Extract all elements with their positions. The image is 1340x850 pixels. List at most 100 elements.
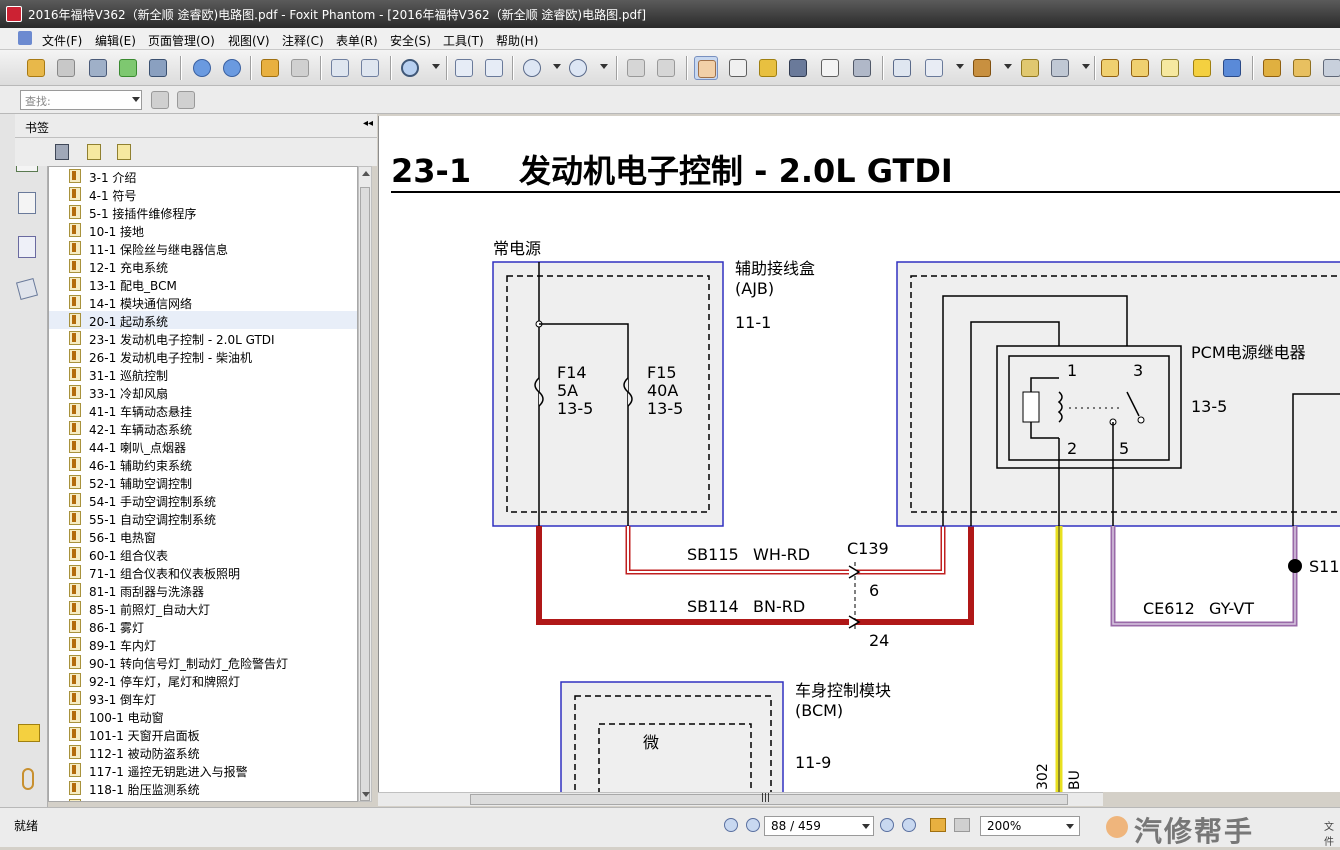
bookmark-scroll-thumb[interactable] [360, 187, 370, 801]
link-arrow-icon[interactable] [1220, 56, 1244, 80]
bookmark-item[interactable]: 11-1 保险丝与继电器信息 [49, 239, 357, 257]
bookmark-item[interactable]: 44-1 喇叭_点烟器 [49, 437, 357, 455]
zoom-in-icon[interactable] [398, 56, 422, 80]
select-arrow-icon[interactable] [756, 56, 780, 80]
pages-panel-icon[interactable] [18, 192, 36, 214]
bookmark-item[interactable]: 14-1 模块通信网络 [49, 293, 357, 311]
back-arrow-icon[interactable] [258, 56, 282, 80]
forward-arrow-icon[interactable] [288, 56, 312, 80]
comment-icon[interactable] [1190, 56, 1214, 80]
checkbox-form-icon[interactable] [1128, 56, 1152, 80]
redo-icon[interactable] [654, 56, 678, 80]
document-hscrollbar[interactable]: ||| [378, 792, 1103, 806]
find-next-icon[interactable] [174, 88, 198, 112]
bookmark-item[interactable]: 10-1 接地 [49, 221, 357, 239]
bookmark-item[interactable]: 112-1 被动防盗系统 [49, 743, 357, 761]
prev-page-icon[interactable] [746, 818, 760, 832]
menu-view[interactable]: 视图(V) [228, 32, 270, 49]
bookmark-item[interactable]: 41-1 车辆动态悬挂 [49, 401, 357, 419]
comments-panel-icon[interactable] [18, 724, 40, 742]
extract-pages-icon[interactable] [328, 56, 352, 80]
bookmark-item[interactable]: 101-1 天窗开启面板 [49, 725, 357, 743]
bookmark-item[interactable]: 3-1 介绍 [49, 167, 357, 185]
zoom-plus-icon[interactable] [566, 56, 590, 80]
bookmark-item[interactable]: 89-1 车内灯 [49, 635, 357, 653]
bookmark-item[interactable]: 52-1 辅助空调控制 [49, 473, 357, 491]
menu-tools[interactable]: 工具(T) [443, 32, 484, 49]
zoom-dropdown-icon[interactable] [432, 64, 440, 69]
bookmark-scrollbar[interactable] [358, 166, 372, 802]
zoom-level-input[interactable]: 200% [980, 816, 1080, 836]
bookmark-item[interactable]: 92-1 停车灯，尾灯和牌照灯 [49, 671, 357, 689]
bookmark-properties-icon[interactable] [117, 144, 131, 160]
scroll-up-icon[interactable] [362, 171, 370, 176]
fit-page-icon[interactable] [452, 56, 476, 80]
bookmark-item[interactable]: 130-1 电动座椅 [49, 797, 357, 801]
collapse-panel-button[interactable]: ◂◂ [363, 118, 373, 129]
bookmark-item[interactable]: 118-1 胎压监测系统 [49, 779, 357, 797]
bookmark-item[interactable]: 42-1 车辆动态系统 [49, 419, 357, 437]
find-input[interactable]: 查找: [20, 90, 142, 110]
bookmark-item[interactable]: 90-1 转向信号灯_制动灯_危险警告灯 [49, 653, 357, 671]
menu-security[interactable]: 安全(S) [390, 32, 431, 49]
bookmark-item[interactable]: 46-1 辅助约束系统 [49, 455, 357, 473]
bookmark-item[interactable]: 13-1 配电_BCM [49, 275, 357, 293]
bookmark-item[interactable]: 93-1 倒车灯 [49, 689, 357, 707]
bookmark-item[interactable]: 100-1 电动窗 [49, 707, 357, 725]
lock-icon[interactable] [1048, 56, 1072, 80]
document-view[interactable]: 23-1 发动机电子控制 - 2.0L GTDI 常电源 辅助接线盒 (AJB)… [378, 116, 1340, 792]
save-icon[interactable] [54, 56, 78, 80]
last-page-icon[interactable] [902, 818, 916, 832]
next-page-icon[interactable] [220, 56, 244, 80]
zoom-level-dropdown-icon[interactable] [1066, 824, 1074, 829]
document-icon[interactable] [18, 31, 32, 45]
bookmark-item[interactable]: 4-1 符号 [49, 185, 357, 203]
bookmark-item[interactable]: 85-1 前照灯_自动大灯 [49, 599, 357, 617]
page-dropdown-icon[interactable] [862, 824, 870, 829]
select-text-icon[interactable] [726, 56, 750, 80]
bookmark-item[interactable]: 54-1 手动空调控制系统 [49, 491, 357, 509]
bookmark-item[interactable]: 117-1 遥控无钥匙进入与报警 [49, 761, 357, 779]
bookmark-item[interactable]: 55-1 自动空调控制系统 [49, 509, 357, 527]
menu-form[interactable]: 表单(R) [336, 32, 378, 49]
add-bookmark-icon[interactable] [87, 144, 101, 160]
bookmark-item[interactable]: 56-1 电热窗 [49, 527, 357, 545]
bookmark-item[interactable]: 20-1 起动系统 [49, 311, 357, 329]
email-icon[interactable] [116, 56, 140, 80]
pencil-note-icon[interactable] [922, 56, 946, 80]
typewriter-icon[interactable] [818, 56, 842, 80]
find-previous-icon[interactable] [148, 88, 172, 112]
menu-help[interactable]: 帮助(H) [496, 32, 538, 49]
pencil-dropdown-icon[interactable] [956, 64, 964, 69]
page-number-input[interactable]: 88 / 459 [764, 816, 874, 836]
stamp-dropdown-icon[interactable] [1004, 64, 1012, 69]
menu-page-management[interactable]: 页面管理(O) [148, 32, 215, 49]
hand-tool-icon[interactable] [694, 56, 718, 80]
export-icon[interactable] [1290, 56, 1314, 80]
bookmark-item[interactable]: 5-1 接插件维修程序 [49, 203, 357, 221]
undo-icon[interactable] [624, 56, 648, 80]
text-field-icon[interactable] [1158, 56, 1182, 80]
layers-panel-icon[interactable] [18, 236, 36, 258]
insert-pages-icon[interactable] [358, 56, 382, 80]
go-back-icon[interactable] [930, 818, 946, 832]
bookmark-item[interactable]: 33-1 冷却风扇 [49, 383, 357, 401]
zoom-out-icon[interactable] [520, 56, 544, 80]
delete-bookmark-icon[interactable] [55, 144, 69, 160]
first-page-icon[interactable] [724, 818, 738, 832]
bookmark-item[interactable]: 26-1 发动机电子控制 - 柴油机 [49, 347, 357, 365]
print-icon[interactable] [86, 56, 110, 80]
document-hscroll-thumb[interactable]: ||| [470, 793, 1068, 805]
attachments-panel-icon[interactable] [22, 768, 34, 790]
rectangle-tool-icon[interactable] [890, 56, 914, 80]
previous-page-icon[interactable] [190, 56, 214, 80]
edit-form-icon[interactable] [1098, 56, 1122, 80]
stamp-icon[interactable] [970, 56, 994, 80]
menu-edit[interactable]: 编辑(E) [95, 32, 136, 49]
go-forward-icon[interactable] [954, 818, 970, 832]
bookmark-item[interactable]: 81-1 雨刮器与洗涤器 [49, 581, 357, 599]
snapshot-icon[interactable] [850, 56, 874, 80]
bookmark-item[interactable]: 23-1 发动机电子控制 - 2.0L GTDI [49, 329, 357, 347]
open-icon[interactable] [24, 56, 48, 80]
edit-tag-icon[interactable] [1018, 56, 1042, 80]
